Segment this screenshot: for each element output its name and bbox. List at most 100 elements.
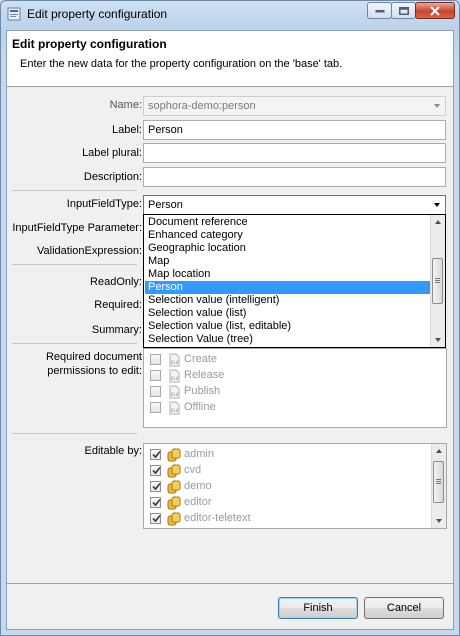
dropdown-option[interactable]: Map [145,255,431,268]
label-value: Person [148,124,183,136]
label-label: Label: [112,124,142,136]
checkbox [150,354,161,365]
app-icon [7,7,21,21]
svg-text:010: 010 [171,360,179,365]
scroll-down-icon[interactable] [436,519,442,523]
permission-label: Release [184,369,225,381]
checkbox [150,386,161,397]
dropdown-option[interactable]: Enhanced category [145,229,431,242]
dropdown-option[interactable]: Selection value (list, editable) [145,320,431,333]
svg-text:010: 010 [171,408,179,413]
input-field-type-combo[interactable]: Person [143,195,446,215]
svg-text:010: 010 [171,392,179,397]
separator [12,433,137,434]
dropdown-option[interactable]: Selection value (list) [145,307,431,320]
permissions-label-line1: Required document [45,351,142,363]
maximize-icon [398,6,409,15]
checkbox-checked[interactable] [150,513,161,524]
check-icon [152,482,161,491]
dialog-window: Edit property configuration Edit propert… [0,0,460,636]
description-input[interactable] [143,167,446,187]
input-field-type-dropdown[interactable]: Document reference Enhanced category Geo… [143,214,446,348]
group-icon [167,464,181,478]
separator [12,190,137,191]
window-title: Edit property configuration [27,7,168,21]
check-icon [152,450,161,459]
scroll-down-icon[interactable] [435,338,441,342]
scrollbar-thumb[interactable] [432,258,443,304]
minimize-icon [375,9,384,12]
input-field-type-value: Person [148,199,183,211]
close-button[interactable] [415,2,455,19]
check-icon [152,514,161,523]
document-icon: 010 [169,401,180,415]
name-label: Name: [109,99,142,111]
user-label: demo [184,480,212,492]
checkbox [150,402,161,413]
group-icon [167,448,181,462]
group-icon [167,512,181,526]
checkbox-checked[interactable] [150,449,161,460]
header-title: Edit property configuration [12,37,167,51]
user-label: cvd [184,464,202,476]
name-combo: sophora-demo:person [143,96,446,116]
input-field-type-parameter-label: InputFieldType Parameter: [12,222,142,234]
title-bar[interactable]: Edit property configuration [1,1,459,27]
wizard-header: Edit property configuration Enter the ne… [7,31,453,87]
input-field-type-label: InputFieldType: [66,198,142,210]
header-description: Enter the new data for the property conf… [20,58,343,70]
separator [12,264,137,265]
checkbox-checked[interactable] [150,497,161,508]
summary-label: Summary: [91,324,142,336]
scrollbar-thumb[interactable] [433,461,444,503]
group-icon [167,480,181,494]
scroll-up-icon[interactable] [436,449,442,453]
label-plural-input[interactable] [143,143,446,163]
editable-by-list[interactable]: admin cvd demo editor editor-teletext [143,443,447,529]
document-icon: 010 [169,385,180,399]
dialog-body: Edit property configuration Enter the ne… [6,30,454,630]
user-label: editor [184,496,212,508]
checkbox [150,370,161,381]
user-label: editor-teletext [184,512,251,524]
editable-by-scrollbar[interactable] [431,444,446,528]
chevron-down-icon [434,104,440,108]
dropdown-scrollbar[interactable] [430,215,445,347]
svg-text:010: 010 [171,376,179,381]
dropdown-option[interactable]: Selection Value (tree) [145,333,431,346]
checkbox-checked[interactable] [150,465,161,476]
document-icon: 010 [169,353,180,367]
permission-label: Create [184,353,218,365]
label-input[interactable]: Person [143,120,446,140]
dropdown-option[interactable]: Geographic location [145,242,431,255]
dropdown-option[interactable]: Selection value (intelligent) [145,294,431,307]
scroll-up-icon[interactable] [435,220,441,224]
check-icon [152,498,161,507]
user-label: admin [184,448,214,460]
check-icon [152,466,161,475]
permission-label: Offline [184,401,216,413]
editable-by-label: Editable by: [84,445,142,457]
permission-label: Publish [184,385,221,397]
maximize-button[interactable] [391,2,416,19]
chevron-down-icon [434,203,440,207]
dropdown-option-selected[interactable]: Person [145,281,431,294]
close-icon [430,6,440,15]
group-icon [167,496,181,510]
description-label: Description: [83,171,142,183]
cancel-button[interactable]: Cancel [364,597,444,619]
checkbox-checked[interactable] [150,481,161,492]
footer-separator [7,583,453,584]
finish-button[interactable]: Finish [278,597,358,619]
dropdown-option[interactable]: Document reference [145,216,431,229]
separator [12,343,137,344]
name-value: sophora-demo:person [148,100,256,112]
dropdown-option[interactable]: Map location [145,268,431,281]
required-label: Required: [94,299,142,311]
read-only-label: ReadOnly: [90,276,142,288]
permissions-label-line2: permissions to edit: [47,365,142,377]
label-plural-label: Label plural: [82,147,142,159]
permissions-label: Required document permissions to edit: [46,351,142,377]
permissions-list: 010 Create 010 Release 010 Publish 010 O… [143,348,447,428]
minimize-button[interactable] [367,2,392,19]
